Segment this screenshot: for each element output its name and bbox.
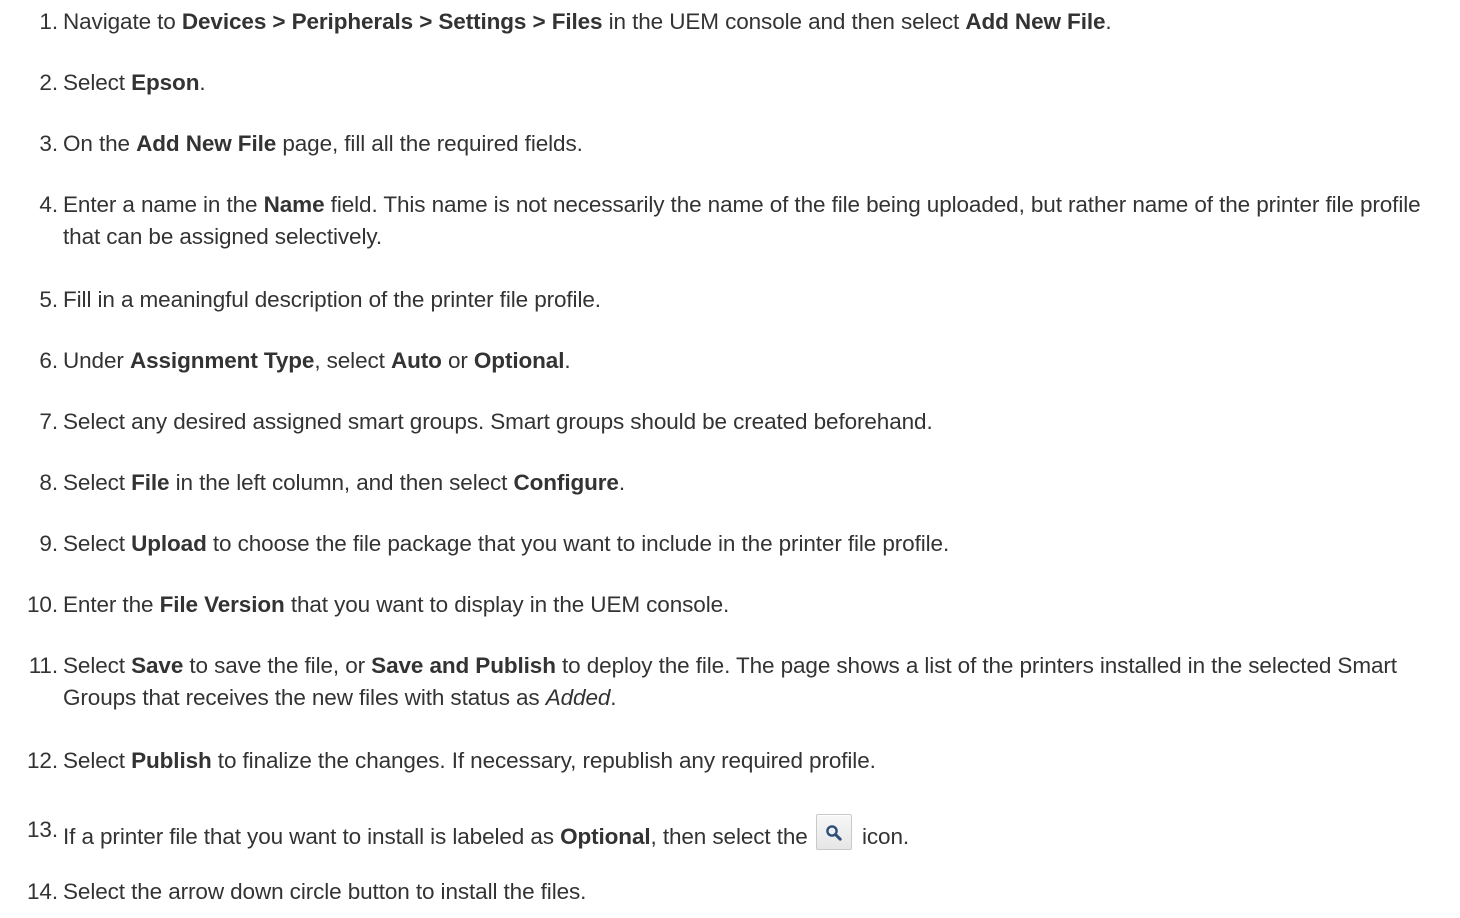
text-segment: to finalize the changes. If necessary, r… — [211, 748, 876, 773]
bold-term: File — [131, 470, 170, 495]
step-number: 6. — [39, 348, 58, 373]
text-segment: Enter a name in the — [63, 192, 264, 217]
bold-term: Auto — [390, 348, 442, 373]
text-segment: in the UEM console and then select — [602, 9, 966, 34]
step-number: 2. — [39, 70, 58, 95]
text-segment: , select — [314, 348, 391, 373]
text-segment: icon. — [855, 824, 910, 849]
text-segment: On the — [63, 131, 137, 156]
bold-term: Save — [131, 653, 184, 678]
text-segment: , then select the — [650, 824, 814, 849]
text-segment: Select the arrow down circle button to i… — [63, 879, 587, 904]
text-segment: Select — [63, 470, 132, 495]
text-segment: . — [564, 348, 571, 373]
text-segment: page, fill all the required fields. — [276, 131, 583, 156]
text-segment: Navigate to — [63, 9, 182, 34]
step-number: 12. — [27, 748, 58, 773]
step-text: Select Epson. — [63, 67, 1453, 99]
bold-term: Devices > Peripherals > Settings > Files — [181, 9, 603, 34]
step-number: 13. — [27, 817, 58, 842]
text-segment: . — [199, 70, 206, 95]
text-segment: in the left column, and then select — [169, 470, 514, 495]
bold-term: Epson — [131, 70, 200, 95]
step-number: 11. — [28, 653, 58, 678]
step-number: 3. — [39, 131, 58, 156]
text-segment: Select — [63, 653, 132, 678]
bold-term: Configure — [513, 470, 619, 495]
step-text: Select Upload to choose the file package… — [63, 528, 1453, 560]
bold-term: Save and Publish — [371, 653, 556, 678]
step-number: 7. — [39, 409, 58, 434]
step-text: On the Add New File page, fill all the r… — [63, 128, 1453, 160]
bold-term: Add New File — [965, 9, 1106, 34]
step-text: Select File in the left column, and then… — [63, 467, 1453, 499]
step-number: 14. — [27, 879, 58, 904]
bold-term: Optional — [473, 348, 565, 373]
step-text: Select the arrow down circle button to i… — [63, 876, 1453, 908]
bold-term: File Version — [159, 592, 285, 617]
step-number: 4. — [39, 192, 58, 217]
text-segment: If a printer file that you want to insta… — [63, 824, 561, 849]
step-number: 9. — [39, 531, 58, 556]
step-text: Under Assignment Type, select Auto or Op… — [63, 345, 1453, 377]
search-icon — [815, 814, 852, 850]
bold-term: Upload — [131, 531, 207, 556]
step-number: 5. — [39, 287, 58, 312]
step-text: Select Save to save the file, or Save an… — [63, 650, 1453, 714]
step-text: Select any desired assigned smart groups… — [63, 406, 1453, 438]
bold-term: Add New File — [136, 131, 277, 156]
step-text: Fill in a meaningful description of the … — [63, 284, 1453, 316]
step-text: If a printer file that you want to insta… — [63, 814, 1453, 853]
step-number: 10. — [27, 592, 58, 617]
italic-term: Added — [545, 685, 611, 710]
step-text: Enter a name in the Name field. This nam… — [63, 189, 1453, 253]
text-segment: or — [441, 348, 474, 373]
step-text: Enter the File Version that you want to … — [63, 589, 1453, 621]
bold-term: Publish — [131, 748, 212, 773]
text-segment: to choose the file package that you want… — [206, 531, 950, 556]
bold-term: Optional — [560, 824, 651, 849]
text-segment: Select any desired assigned smart groups… — [63, 409, 933, 434]
text-segment: Under — [63, 348, 130, 373]
step-number: 1. — [39, 9, 58, 34]
text-segment: Select — [63, 70, 132, 95]
text-segment: that you want to display in the UEM cons… — [284, 592, 730, 617]
text-segment: . — [618, 470, 625, 495]
text-segment: Fill in a meaningful description of the … — [63, 287, 601, 312]
text-segment: . — [1105, 9, 1112, 34]
step-text: Navigate to Devices > Peripherals > Sett… — [63, 6, 1453, 38]
bold-term: Name — [263, 192, 325, 217]
step-number: 8. — [39, 470, 58, 495]
text-segment: . — [610, 685, 617, 710]
text-segment: to save the file, or — [183, 653, 372, 678]
text-segment: Select — [63, 531, 132, 556]
text-segment: Enter the — [63, 592, 160, 617]
text-segment: Select — [63, 748, 132, 773]
step-text: Select Publish to finalize the changes. … — [63, 745, 1453, 777]
bold-term: Assignment Type — [129, 348, 315, 373]
